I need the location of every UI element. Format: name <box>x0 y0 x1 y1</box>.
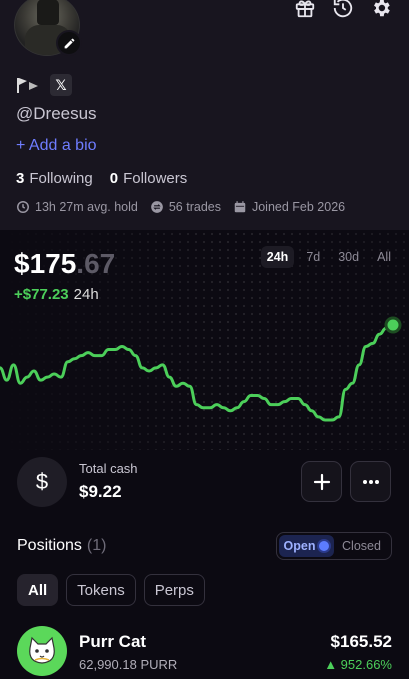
filter-tokens[interactable]: Tokens <box>66 574 136 606</box>
toggle-open[interactable]: Open <box>279 535 334 557</box>
edit-avatar-button[interactable] <box>56 30 82 56</box>
position-row[interactable]: Purr Cat 62,990.18 PURR $165.52 ▲ 952.66… <box>0 624 409 679</box>
filter-perps[interactable]: Perps <box>143 574 205 606</box>
token-change: ▲ 952.66% <box>324 657 392 672</box>
avg-hold-stat: 13h 27m avg. hold <box>16 200 138 214</box>
total-cash-label: Total cash <box>79 461 138 476</box>
toggle-closed[interactable]: Closed <box>334 535 389 557</box>
following-count[interactable]: 3 Following <box>16 170 93 187</box>
plus-icon <box>313 473 330 490</box>
positions-heading: Positions (1) <box>17 537 107 554</box>
time-range-tabs: 24h 7d 30d All <box>260 246 397 268</box>
gift-icon[interactable] <box>293 0 317 20</box>
pencil-icon <box>64 38 74 48</box>
series-line <box>0 323 395 422</box>
current-value-dot <box>384 316 402 334</box>
toggle-dot-icon <box>319 541 330 551</box>
clock-icon <box>17 201 29 213</box>
open-closed-toggle: Open Closed <box>276 532 392 560</box>
tab-range-30d[interactable]: 30d <box>332 246 365 268</box>
tab-range-all[interactable]: All <box>371 246 397 268</box>
trades-stat: 56 trades <box>150 200 221 214</box>
x-social-icon[interactable]: 𝕏 <box>50 74 72 96</box>
tab-range-7d[interactable]: 7d <box>300 246 326 268</box>
more-button[interactable] <box>350 461 391 502</box>
deposit-button[interactable] <box>301 461 342 502</box>
tab-range-24h[interactable]: 24h <box>260 246 295 268</box>
token-value: $165.52 <box>330 632 392 651</box>
joined-stat: Joined Feb 2026 <box>233 200 345 214</box>
token-name: Purr Cat <box>79 632 147 651</box>
purr-cat-logo-icon <box>17 626 67 676</box>
filter-all[interactable]: All <box>17 574 59 606</box>
cash-icon: $ <box>17 457 67 507</box>
add-bio-link[interactable]: + Add a bio <box>16 137 97 155</box>
flag-badge-icon[interactable] <box>16 75 40 95</box>
swap-icon <box>151 201 163 213</box>
gear-icon[interactable] <box>369 0 393 20</box>
more-dots-icon <box>362 479 379 484</box>
followers-count[interactable]: 0 Followers <box>110 170 188 187</box>
token-amount: 62,990.18 PURR <box>79 657 178 672</box>
portfolio-value: $175.67 <box>14 248 116 279</box>
calendar-icon <box>234 201 246 213</box>
profile-header: 𝕏 @Dreesus + Add a bio 3 Following 0 Follo… <box>0 0 409 230</box>
history-icon[interactable] <box>331 0 355 20</box>
total-cash-value: $9.22 <box>79 482 122 501</box>
portfolio-change: +$77.23 24h <box>14 286 99 303</box>
username-handle: @Dreesus <box>16 104 97 123</box>
